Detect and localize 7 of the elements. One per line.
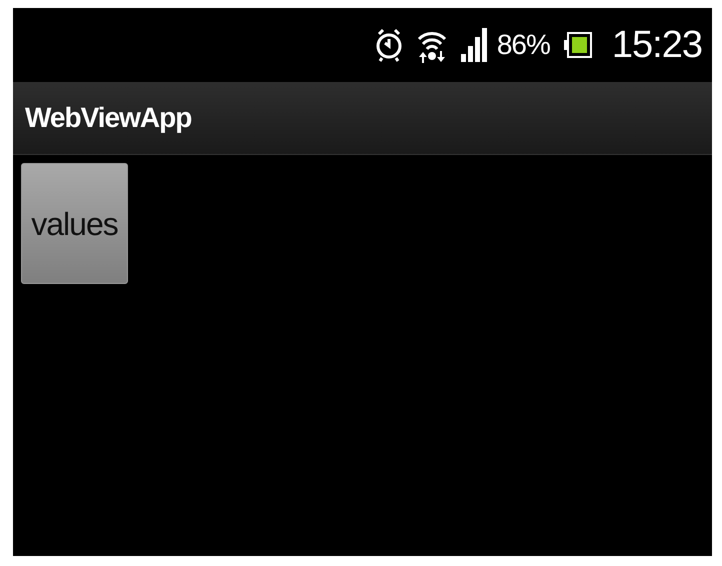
battery-icon <box>564 32 592 58</box>
app-title: WebViewApp <box>25 101 192 135</box>
clock-time: 15:23 <box>612 22 702 68</box>
signal-icon <box>460 28 487 62</box>
values-button[interactable]: values <box>21 163 128 284</box>
alarm-clock-icon <box>374 27 403 63</box>
battery-percent: 86% <box>496 28 550 62</box>
